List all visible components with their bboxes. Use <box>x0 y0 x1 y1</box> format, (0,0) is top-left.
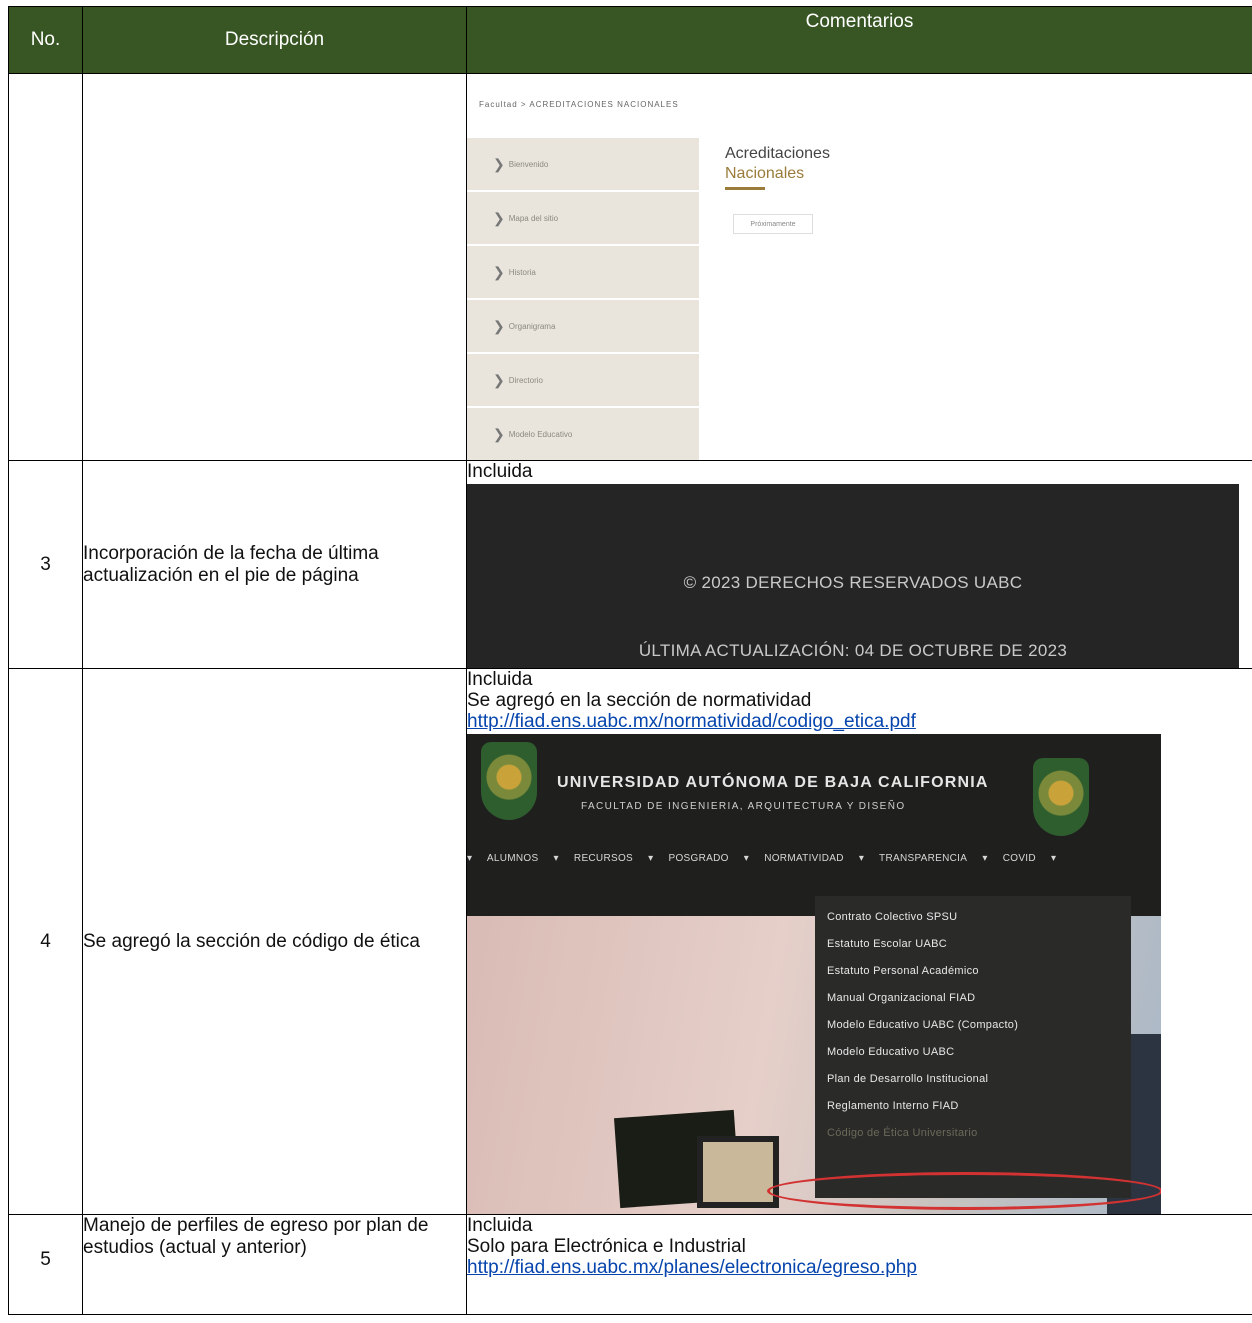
row-comments: Incluida © 2023 DERECHOS RESERVADOS UABC… <box>466 460 1252 669</box>
row-number: 4 <box>8 668 83 1215</box>
main-nav: ▾ ALUMNOS ▾ RECURSOS ▾ POSGRADO ▾ NORMAT… <box>467 848 1161 869</box>
row-comments: Incluida Se agregó en la sección de norm… <box>466 668 1252 1215</box>
normatividad-dropdown: Contrato Colectivo SPSU Estatuto Escolar… <box>815 896 1131 1198</box>
row-number: 5 <box>8 1214 83 1315</box>
side-menu: ❯ Bienvenido ❯ Mapa del sitio ❯ Historia ❯ O… <box>467 138 699 462</box>
egreso-link[interactable]: http://fiad.ens.uabc.mx/planes/electroni… <box>467 1257 917 1278</box>
dropdown-item[interactable]: Estatuto Personal Académico <box>815 958 1131 985</box>
nav-item-transparencia[interactable]: TRANSPARENCIA ▾ <box>879 853 988 864</box>
header-comments: Comentarios <box>466 6 1252 74</box>
side-menu-label: Historia <box>508 267 536 277</box>
chevron-right-icon: ❯ <box>493 317 505 334</box>
normatividad-menu-screenshot: UNIVERSIDAD AUTÓNOMA DE BAJA CALIFORNIA … <box>467 734 1161 1214</box>
background-photo-frame <box>697 1136 779 1208</box>
accreditations-subtitle: Nacionales <box>725 165 805 182</box>
coming-soon-chip: Próximamente <box>733 214 813 234</box>
row-description: Incorporación de la fecha de última actu… <box>82 460 467 669</box>
dropdown-item-ethics-code[interactable]: Código de Ética Universitario <box>815 1120 1131 1147</box>
status-text: Incluida <box>467 1215 533 1236</box>
breadcrumb: Facultad > ACREDITACIONES NACIONALES <box>479 100 679 109</box>
row-number <box>8 73 83 461</box>
status-text: Incluida <box>467 461 533 482</box>
side-menu-label: Mapa del sitio <box>508 213 559 223</box>
footer-last-updated: ÚLTIMA ACTUALIZACIÓN: 04 DE OCTUBRE DE 2… <box>638 641 1068 660</box>
side-menu-item: ❯ Organigrama <box>467 300 699 352</box>
dropdown-item[interactable]: Manual Organizacional FIAD <box>815 985 1131 1012</box>
side-menu-item: ❯ Modelo Educativo <box>467 408 699 460</box>
note-text: Se agregó en la sección de normatividad <box>467 690 812 711</box>
dropdown-item[interactable]: Contrato Colectivo SPSU <box>815 904 1131 931</box>
nav-item-alumnos[interactable]: ALUMNOS ▾ <box>487 853 559 864</box>
status-text: Incluida <box>467 669 533 690</box>
report-table: No. Descripción Comentarios Facultad > A… <box>8 6 1252 1315</box>
side-menu-label: Organigrama <box>508 321 556 331</box>
table-row: 3 Incorporación de la fecha de última ac… <box>8 460 1252 669</box>
nav-item-posgrado[interactable]: POSGRADO ▾ <box>669 853 750 864</box>
accreditations-title: Acreditaciones <box>725 145 830 162</box>
table-header-row: No. Descripción Comentarios <box>8 6 1252 74</box>
table-row: 5 Manejo de perfiles de egreso por plan … <box>8 1214 1252 1315</box>
header-no: No. <box>8 6 83 74</box>
nav-item-covid[interactable]: COVID ▾ <box>1003 853 1057 864</box>
side-menu-item: ❯ Bienvenido <box>467 138 699 190</box>
row-description: Se agregó la sección de código de ética <box>82 668 467 1215</box>
side-menu-item: ❯ Historia <box>467 246 699 298</box>
accreditations-screenshot: Facultad > ACREDITACIONES NACIONALES ❯ Bi… <box>467 74 1252 460</box>
chevron-right-icon: ❯ <box>493 371 505 388</box>
title-underline <box>725 187 765 190</box>
row-comments: Facultad > ACREDITACIONES NACIONALES ❯ Bi… <box>466 73 1252 461</box>
dropdown-item[interactable]: Modelo Educativo UABC (Compacto) <box>815 1012 1131 1039</box>
faculty-name: FACULTAD DE INGENIERIA, ARQUITECTURA Y D… <box>581 801 906 812</box>
table-row: 4 Se agregó la sección de código de étic… <box>8 668 1252 1215</box>
table-row: Facultad > ACREDITACIONES NACIONALES ❯ Bi… <box>8 73 1252 461</box>
row-description <box>82 73 467 461</box>
university-name: UNIVERSIDAD AUTÓNOMA DE BAJA CALIFORNIA <box>557 774 989 791</box>
nav-caret-icon: ▾ <box>467 853 473 864</box>
dropdown-item[interactable]: Estatuto Escolar UABC <box>815 931 1131 958</box>
footer-copyright: © 2023 DERECHOS RESERVADOS UABC <box>683 573 1023 592</box>
university-seal-icon <box>481 742 537 820</box>
faculty-seal-icon <box>1033 758 1089 836</box>
nav-item-recursos[interactable]: RECURSOS ▾ <box>574 853 653 864</box>
highlight-ellipse <box>767 1172 1161 1210</box>
row-description: Manejo de perfiles de egreso por plan de… <box>82 1214 467 1315</box>
site-header: UNIVERSIDAD AUTÓNOMA DE BAJA CALIFORNIA … <box>467 734 1161 916</box>
chevron-right-icon: ❯ <box>493 209 505 226</box>
header-description: Descripción <box>82 6 467 74</box>
chevron-right-icon: ❯ <box>493 155 505 172</box>
row-number: 3 <box>8 460 83 669</box>
side-menu-item: ❯ Mapa del sitio <box>467 192 699 244</box>
side-menu-label: Modelo Educativo <box>508 429 573 439</box>
note-text: Solo para Electrónica e Industrial <box>467 1236 746 1257</box>
dropdown-item[interactable]: Reglamento Interno FIAD <box>815 1093 1131 1120</box>
chevron-right-icon: ❯ <box>493 425 505 442</box>
side-menu-label: Directorio <box>508 375 543 385</box>
dropdown-item[interactable]: Modelo Educativo UABC <box>815 1039 1131 1066</box>
footer-screenshot: © 2023 DERECHOS RESERVADOS UABC ÚLTIMA A… <box>467 484 1239 668</box>
chevron-right-icon: ❯ <box>493 263 505 280</box>
ethics-code-link[interactable]: http://fiad.ens.uabc.mx/normatividad/cod… <box>467 711 916 732</box>
side-menu-label: Bienvenido <box>508 159 549 169</box>
dropdown-item[interactable]: Plan de Desarrollo Institucional <box>815 1066 1131 1093</box>
side-menu-item: ❯ Directorio <box>467 354 699 406</box>
nav-item-normatividad[interactable]: NORMATIVIDAD ▾ <box>764 853 864 864</box>
row-comments: Incluida Solo para Electrónica e Industr… <box>466 1214 1252 1315</box>
